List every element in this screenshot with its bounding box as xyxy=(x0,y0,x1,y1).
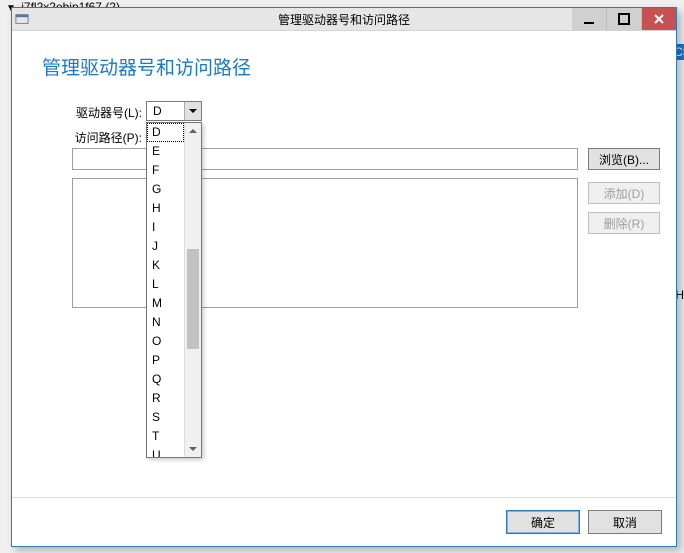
scroll-up-icon[interactable] xyxy=(185,123,201,139)
dropdown-option[interactable]: J xyxy=(147,237,184,256)
drive-letter-dropdown[interactable]: DEFGHIJKLMNOPQRSTU xyxy=(146,122,202,458)
dropdown-option[interactable]: S xyxy=(147,408,184,427)
maximize-button[interactable] xyxy=(606,8,642,30)
dialog-header: 管理驱动器号和访问路径 xyxy=(12,31,676,98)
drive-letter-label: 驱动器号(L): xyxy=(42,104,142,121)
dialog-footer: 确定 取消 xyxy=(12,497,676,546)
dropdown-option[interactable]: F xyxy=(147,161,184,180)
add-button[interactable]: 添加(D) xyxy=(588,182,660,204)
page-title: 管理驱动器号和访问路径 xyxy=(42,53,646,80)
dropdown-option[interactable]: U xyxy=(147,446,184,457)
dropdown-option[interactable]: P xyxy=(147,351,184,370)
dropdown-toggle-icon[interactable] xyxy=(184,102,201,120)
dropdown-option[interactable]: D xyxy=(147,123,184,142)
dropdown-option[interactable]: H xyxy=(147,199,184,218)
scroll-track[interactable] xyxy=(185,139,201,441)
minimize-button[interactable] xyxy=(572,8,606,30)
ok-button[interactable]: 确定 xyxy=(506,510,580,534)
dropdown-option[interactable]: L xyxy=(147,275,184,294)
dropdown-scrollbar[interactable] xyxy=(184,123,201,457)
scroll-thumb[interactable] xyxy=(187,249,199,349)
close-button[interactable] xyxy=(642,8,676,30)
dropdown-option[interactable]: T xyxy=(147,427,184,446)
titlebar: 管理驱动器号和访问路径 xyxy=(12,8,676,31)
dropdown-option[interactable]: Q xyxy=(147,370,184,389)
scroll-down-icon[interactable] xyxy=(185,441,201,457)
browse-button[interactable]: 浏览(B)... xyxy=(588,148,660,170)
drive-letter-select[interactable]: D xyxy=(146,101,202,121)
drive-letter-value: D xyxy=(147,104,184,118)
cancel-button[interactable]: 取消 xyxy=(588,510,662,534)
app-icon xyxy=(12,8,32,30)
dropdown-option[interactable]: M xyxy=(147,294,184,313)
dropdown-options: DEFGHIJKLMNOPQRSTU xyxy=(147,123,184,457)
dropdown-option[interactable]: N xyxy=(147,313,184,332)
dropdown-option[interactable]: O xyxy=(147,332,184,351)
dropdown-option[interactable]: E xyxy=(147,142,184,161)
delete-button[interactable]: 删除(R) xyxy=(588,212,660,234)
dialog-body: 驱动器号(L): 访问路径(P): D 浏览(B)... 添加(D) 删除(R) xyxy=(12,98,676,497)
access-path-label: 访问路径(P): xyxy=(42,129,142,146)
dialog-window: 管理驱动器号和访问路径 管理驱动器号和访问路径 驱动器号(L): 访问路径(P)… xyxy=(11,7,677,547)
dropdown-option[interactable]: I xyxy=(147,218,184,237)
dropdown-option[interactable]: K xyxy=(147,256,184,275)
dropdown-option[interactable]: R xyxy=(147,389,184,408)
dropdown-option[interactable]: G xyxy=(147,180,184,199)
